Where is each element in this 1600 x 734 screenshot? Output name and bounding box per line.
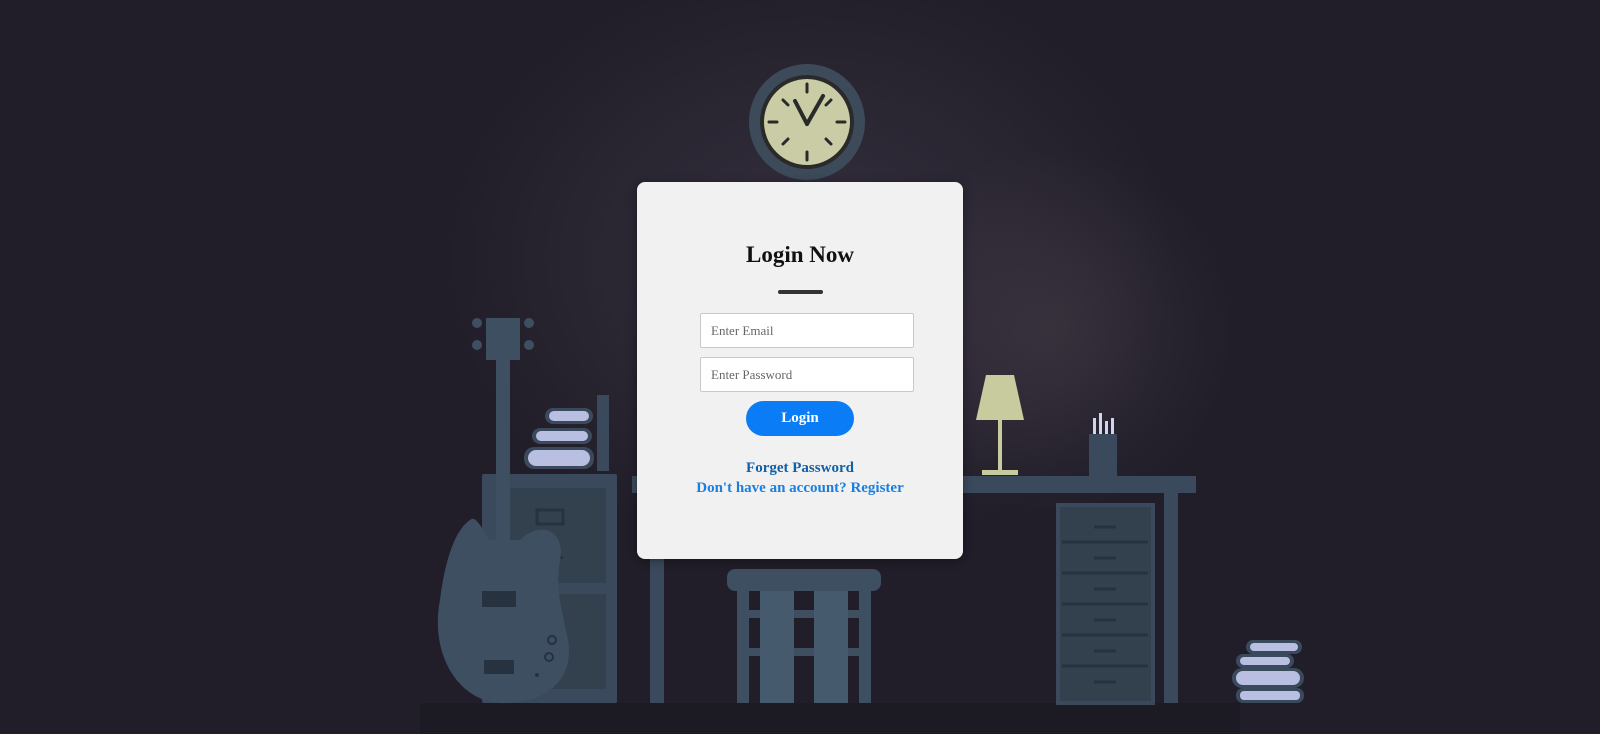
lamp-icon xyxy=(976,375,1024,475)
login-card: Login Now Login Forget Password Don't ha… xyxy=(637,182,963,559)
books-icon xyxy=(524,395,609,471)
login-button[interactable]: Login xyxy=(746,401,854,436)
floor xyxy=(420,703,1240,734)
title-underline xyxy=(778,290,823,294)
pencil-cup-icon xyxy=(1089,413,1117,476)
password-input[interactable] xyxy=(700,357,914,392)
no-account-text: Don't have an account? xyxy=(696,480,847,496)
clock-icon xyxy=(749,64,865,180)
register-row: Don't have an account? Register xyxy=(637,478,963,498)
book-stack xyxy=(1232,640,1304,703)
chair xyxy=(727,569,881,703)
login-title: Login Now xyxy=(746,242,854,267)
register-link[interactable]: Register xyxy=(850,480,903,496)
email-input[interactable] xyxy=(700,313,914,348)
auth-links: Forget Password Don't have an account? R… xyxy=(637,458,963,498)
forgot-password-link[interactable]: Forget Password xyxy=(746,460,854,476)
